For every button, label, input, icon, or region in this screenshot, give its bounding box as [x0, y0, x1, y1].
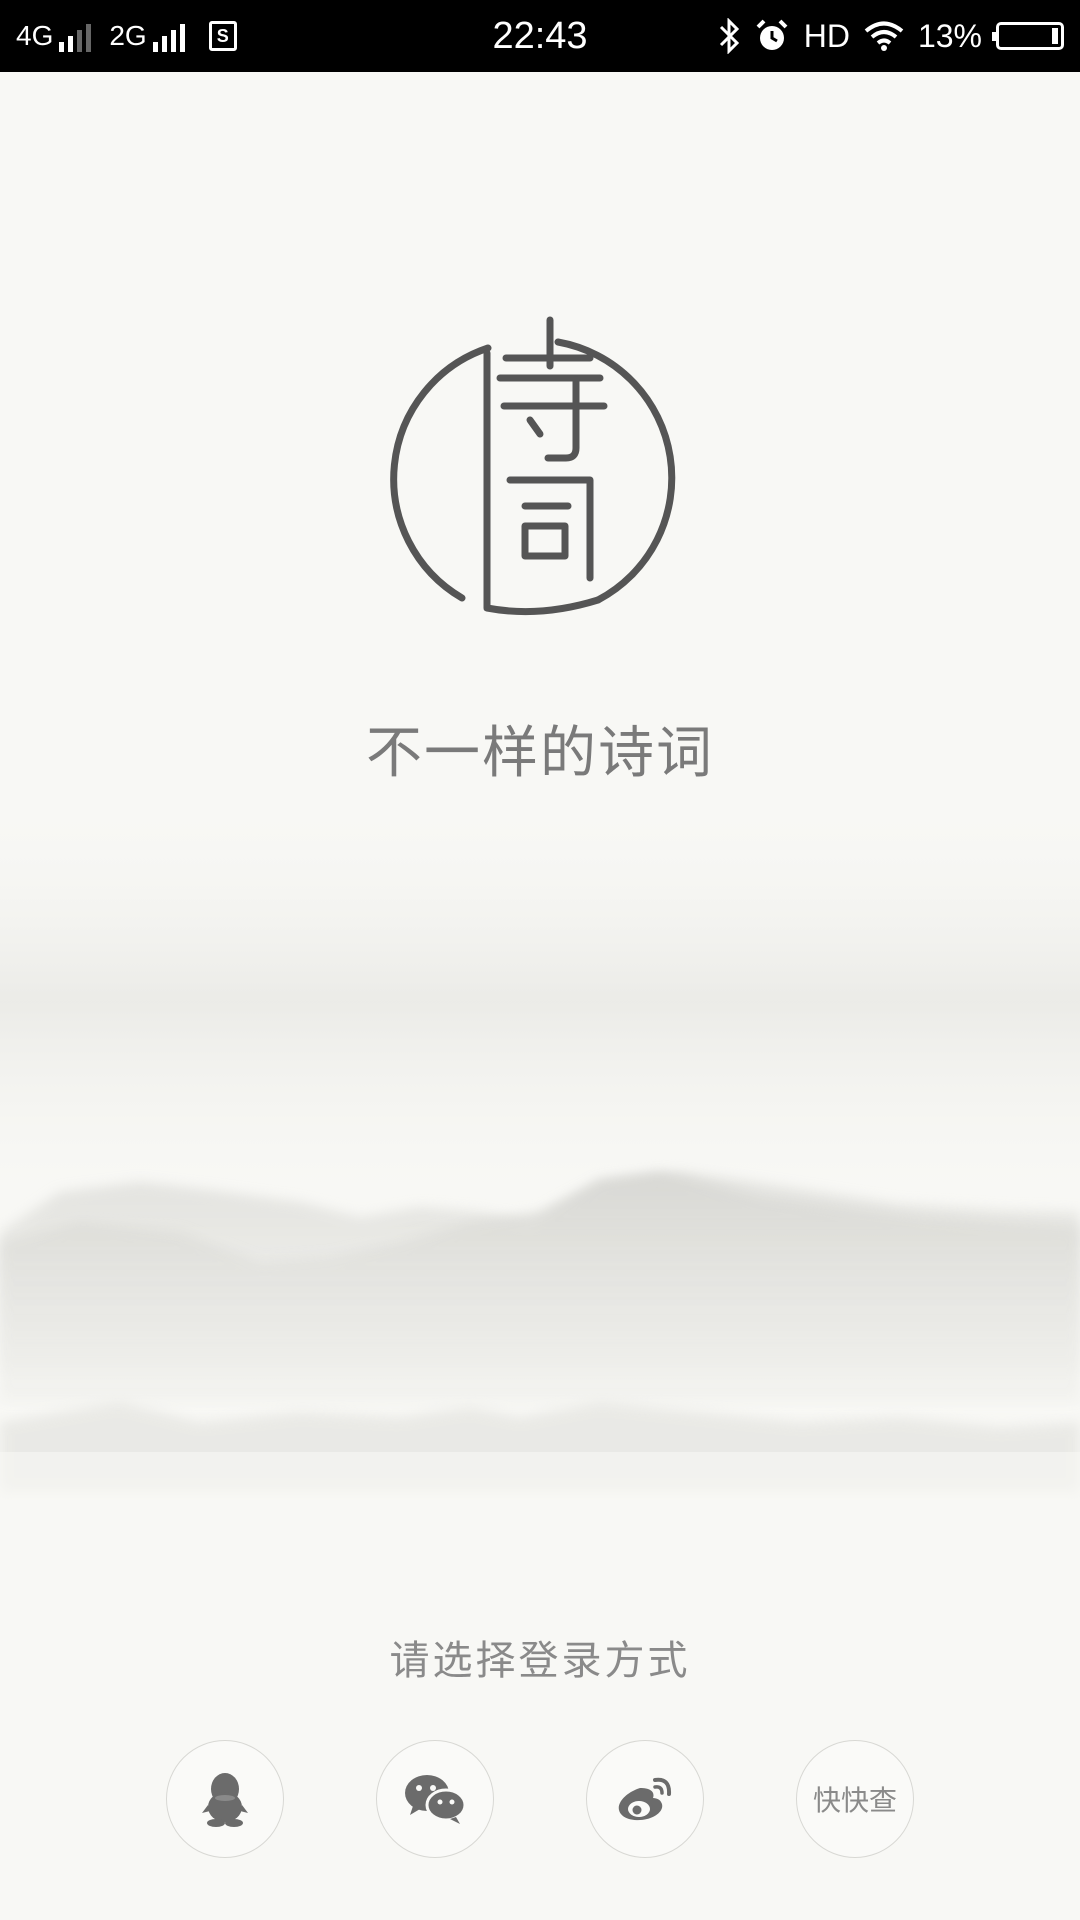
status-right: HD 13% — [718, 0, 1064, 72]
alarm-icon — [756, 19, 788, 50]
weibo-login-button[interactable] — [586, 1740, 704, 1858]
login-options: 快快查 — [0, 1740, 1080, 1860]
shici-logo-icon — [390, 316, 676, 616]
login-prompt: 请选择登录方式 — [389, 1638, 691, 1684]
wechat-icon — [405, 1775, 466, 1824]
qq-penguin-icon — [202, 1773, 248, 1827]
hd-label: HD — [803, 17, 850, 54]
battery-percent: 13% — [917, 17, 982, 54]
bluetooth-icon — [719, 18, 739, 54]
qq-login-button[interactable] — [166, 1740, 284, 1858]
kuaikuaicha-login-button[interactable]: 快快查 — [796, 1740, 914, 1858]
wifi-icon — [864, 21, 904, 51]
battery-icon — [992, 22, 1064, 50]
app-slogan: 不一样的诗词 — [366, 721, 714, 786]
wechat-login-button[interactable] — [376, 1740, 494, 1858]
status-bar: 4G 2G S 22:43 HD 13% — [0, 0, 1080, 72]
kuaikuaicha-label: 快快查 — [812, 1784, 897, 1817]
weibo-icon — [618, 1777, 672, 1821]
